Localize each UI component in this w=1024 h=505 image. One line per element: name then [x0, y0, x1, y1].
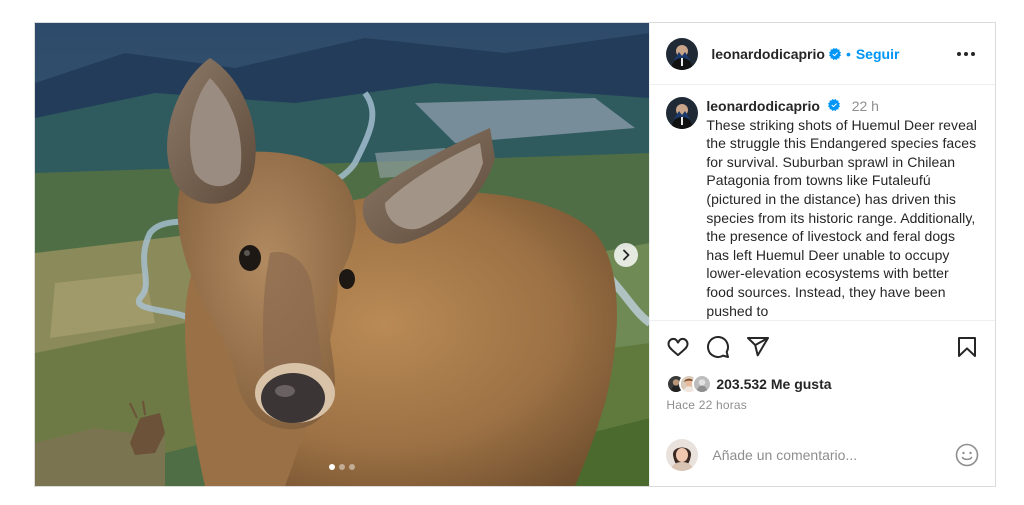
more-options-icon[interactable] [953, 48, 979, 60]
header-separator: • [845, 45, 851, 62]
carousel-dot [349, 464, 356, 470]
liker-avatar [692, 374, 713, 394]
share-icon[interactable] [746, 335, 770, 359]
caption-section: leonardodicaprio 22 h These striking sho… [650, 85, 995, 321]
likes-count[interactable]: 203.532 Me gusta [716, 376, 831, 392]
caption-text: These striking shots of Huemul Deer reve… [706, 116, 977, 319]
post-header: leonardodicaprio • Seguir [650, 23, 995, 85]
comment-input[interactable] [712, 447, 923, 463]
action-bar [650, 321, 995, 373]
author-username[interactable]: leonardodicaprio [711, 46, 825, 62]
follow-button[interactable]: Seguir [856, 46, 900, 62]
verified-badge-icon [827, 99, 840, 111]
comment-icon[interactable] [706, 335, 730, 359]
bookmark-icon[interactable] [955, 335, 979, 359]
chevron-right-icon [623, 249, 630, 261]
author-avatar[interactable] [666, 37, 699, 70]
post-timestamp: Hace 22 horas [666, 398, 748, 412]
post-media[interactable] [35, 23, 650, 486]
liker-avatars[interactable] [666, 374, 713, 394]
comment-box [650, 424, 995, 486]
post-side-panel: leonardodicaprio • Seguir leonardodicapr… [649, 23, 995, 486]
carousel-indicator [35, 464, 649, 470]
verified-badge-icon [828, 47, 841, 60]
instagram-post: leonardodicaprio • Seguir leonardodicapr… [34, 22, 996, 487]
current-user-avatar [666, 439, 699, 471]
carousel-dot [329, 464, 336, 470]
heart-icon[interactable] [666, 335, 690, 359]
caption-author-avatar[interactable] [666, 97, 699, 129]
caption-body: leonardodicaprio 22 h These striking sho… [706, 97, 979, 320]
carousel-dot [339, 464, 346, 470]
caption-username[interactable]: leonardodicaprio [706, 98, 820, 114]
likes-row: 203.532 Me gusta [650, 373, 995, 395]
deer-photo [35, 23, 650, 486]
caption-timestamp: 22 h [851, 98, 879, 114]
emoji-icon[interactable] [955, 443, 979, 467]
